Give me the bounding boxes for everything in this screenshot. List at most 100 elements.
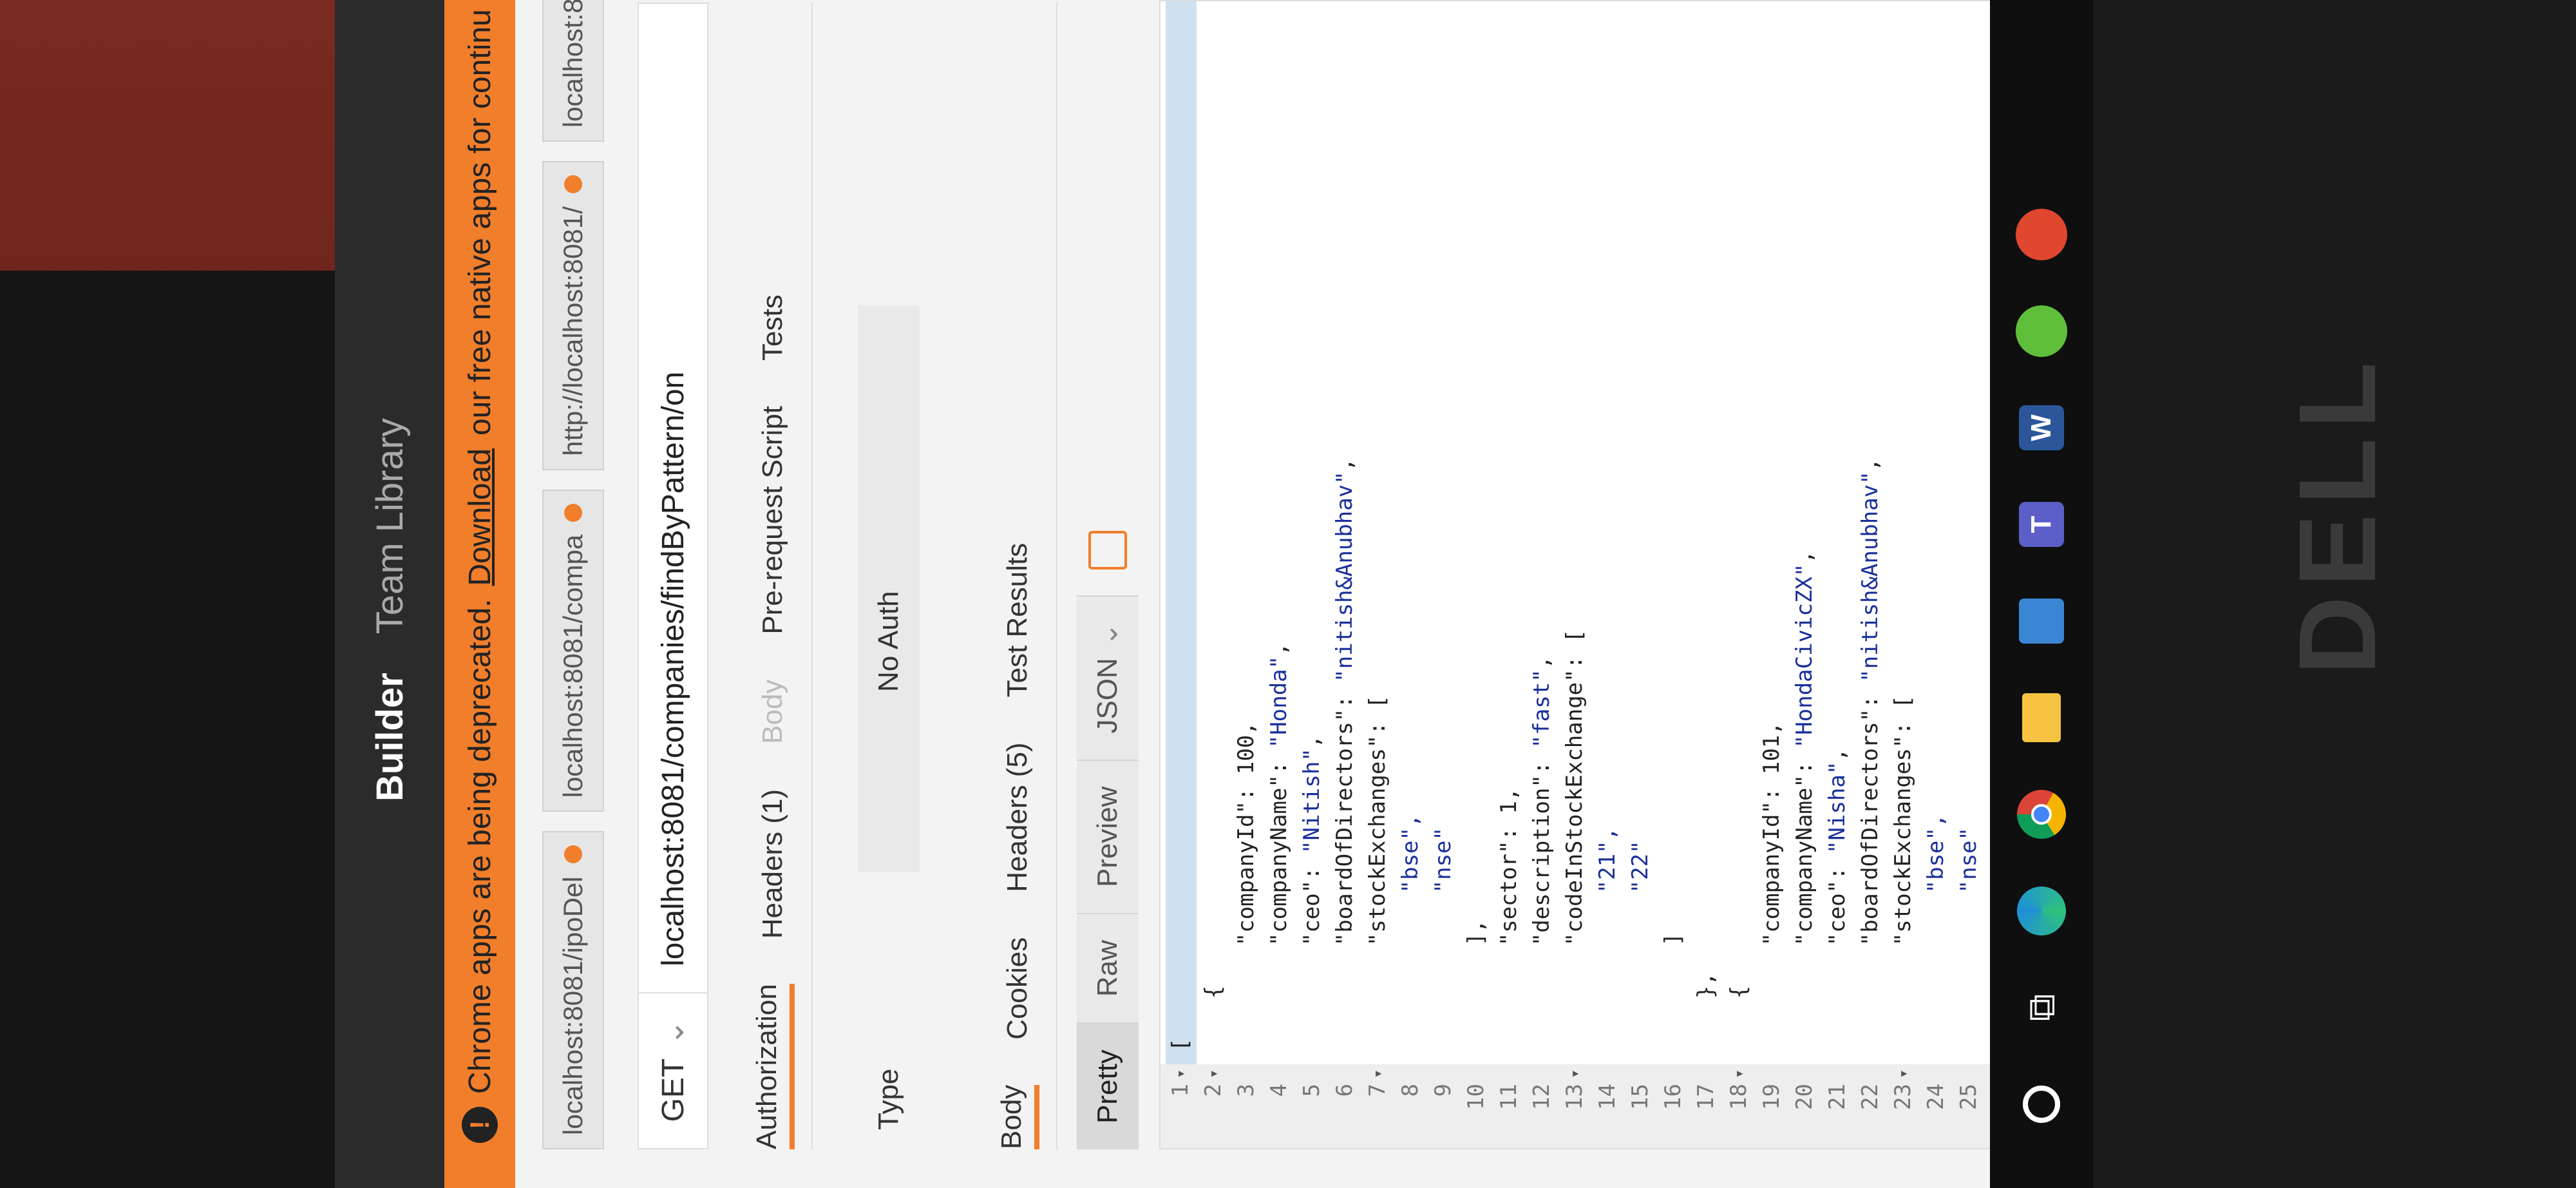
request-tab[interactable]: localhost:808 <box>542 0 604 142</box>
request-tab[interactable]: http://localhost:8081/ <box>542 161 604 470</box>
fold-arrow-icon[interactable]: ▾ <box>1368 1064 1387 1078</box>
start-icon[interactable] <box>2016 1078 2067 1130</box>
code-text: { <box>1200 985 1226 1051</box>
code-line: 15 "22" <box>1625 840 1655 1148</box>
chevron-down-icon: ⌄ <box>1092 622 1124 647</box>
teams-icon[interactable]: T <box>2016 499 2067 550</box>
line-number: 15 <box>1627 1084 1653 1110</box>
code-line: 3 "companyId": 100, <box>1231 722 1261 1148</box>
format-select[interactable]: JSON ⌄ <box>1077 595 1139 760</box>
taskbar: ⧉ T W <box>1990 0 2093 1188</box>
code-line: 18 ▾ { <box>1724 986 1754 1148</box>
code-text: "stockExchanges": [ <box>1890 695 1916 1051</box>
tab-pretty[interactable]: Pretty <box>1077 1022 1139 1149</box>
line-number: 14 <box>1595 1084 1620 1110</box>
code-line: 2 ▾ { <box>1198 986 1228 1148</box>
word-icon[interactable]: W <box>2016 402 2067 454</box>
tab-preview[interactable]: Preview <box>1077 759 1139 914</box>
code-text: "codeInStockExchange": [ <box>1562 629 1587 1051</box>
tab-headers[interactable]: Headers (1) <box>757 789 789 939</box>
code-text: "description": "fast", <box>1529 655 1555 1051</box>
code-line: 19 "companyId": 101, <box>1757 722 1786 1148</box>
line-number: 5 <box>1299 1084 1325 1097</box>
code-text: "boardOfDirectors": "nitish&Anubhav", <box>1857 457 1883 1051</box>
builder-tab[interactable]: Builder <box>368 673 412 801</box>
line-number: 20 <box>1792 1084 1817 1110</box>
line-number: 17 <box>1693 1084 1719 1110</box>
code-text: "nse" <box>1430 827 1456 1051</box>
fold-arrow-icon[interactable]: ▾ <box>1730 1064 1748 1078</box>
fold-arrow-icon[interactable]: ▾ <box>1171 1064 1189 1078</box>
method-select[interactable]: GET ⌄ <box>639 992 707 1148</box>
edge-icon[interactable] <box>2016 885 2067 937</box>
code-text: [ <box>1168 1038 1193 1051</box>
screen: Builder Team Library ! Chrome apps are b… <box>335 0 2093 1188</box>
request-tab[interactable]: localhost:8081/compa <box>542 489 604 812</box>
chrome-icon[interactable] <box>2016 789 2067 840</box>
app-header: Builder Team Library <box>335 0 444 1188</box>
code-text: { <box>1726 985 1752 1051</box>
tab-authorization[interactable]: Authorization <box>751 984 795 1149</box>
tab-test-results[interactable]: Test Results <box>1001 543 1034 698</box>
code-text: "stockExchanges": [ <box>1365 695 1390 1051</box>
tab-tests[interactable]: Tests <box>757 294 789 361</box>
dell-logo: DELL <box>2276 353 2399 675</box>
request-section-tabs: Authorization Headers (1) Body Pre-reque… <box>734 3 813 1149</box>
code-line: 24 "bse", <box>1921 814 1951 1148</box>
unsaved-dot-icon <box>564 503 582 522</box>
code-line: 16 ] <box>1658 933 1688 1148</box>
code-line: 11 "sector": 1, <box>1494 788 1524 1148</box>
request-tab[interactable]: localhost:8081/ipoDel <box>542 831 604 1149</box>
code-line: 4 "companyName": "Honda", <box>1264 642 1294 1148</box>
wrap-lines-icon[interactable] <box>1088 531 1127 570</box>
banner-text: Chrome apps are being deprecated. <box>462 599 497 1095</box>
fold-arrow-icon[interactable]: ▾ <box>1894 1064 1912 1078</box>
team-library-tab[interactable]: Team Library <box>368 418 412 634</box>
code-text: "bse", <box>1923 814 1949 1051</box>
code-line: 22 "boardOfDirectors": "nitish&Anubhav", <box>1855 458 1885 1148</box>
red-app-icon[interactable] <box>2016 209 2067 260</box>
code-text: "21", <box>1595 827 1620 1051</box>
code-text: "nse" <box>1956 827 1982 1051</box>
file-explorer-icon[interactable] <box>2016 692 2067 743</box>
unsaved-dot-icon <box>564 175 582 194</box>
code-text: "companyName": "HondaCivicZX", <box>1792 550 1817 1051</box>
line-number: 23 <box>1890 1084 1916 1110</box>
auth-type-label: Type <box>873 1068 904 1130</box>
code-line: 14 "21", <box>1593 827 1622 1148</box>
line-number: 1 <box>1168 1084 1193 1097</box>
active-line-highlight <box>1166 1 1197 1064</box>
code-text: ], <box>1463 919 1489 1051</box>
tab-response-body[interactable]: Body <box>996 1084 1039 1149</box>
code-line: 9 "nse" <box>1428 827 1458 1148</box>
tab-body[interactable]: Body <box>757 680 789 744</box>
line-number: 7 <box>1365 1084 1390 1097</box>
download-link[interactable]: Download <box>462 448 498 586</box>
code-line: 8 "bse", <box>1396 814 1425 1148</box>
deprecation-banner: ! Chrome apps are being deprecated. Down… <box>444 0 515 1188</box>
code-text: "ceo": "Nitish", <box>1299 734 1325 1051</box>
tab-pre-request-script[interactable]: Pre-request Script <box>757 406 789 635</box>
code-text: "22" <box>1627 840 1653 1051</box>
code-text: ] <box>1660 932 1686 1051</box>
code-line: 7 ▾ "stockExchanges": [ <box>1363 695 1392 1148</box>
code-text: "bse", <box>1397 814 1423 1051</box>
fold-arrow-icon[interactable]: ▾ <box>1566 1064 1584 1078</box>
auth-type-select[interactable]: No Auth <box>858 305 920 872</box>
line-number: 18 <box>1726 1084 1752 1110</box>
line-number: 16 <box>1660 1084 1686 1110</box>
task-view-icon[interactable]: ⧉ <box>2016 982 2067 1033</box>
code-line: 5 "ceo": "Nitish", <box>1297 735 1327 1148</box>
url-input[interactable]: localhost:8081/companies/findByPattern/o… <box>656 372 691 992</box>
tab-response-headers[interactable]: Headers (5) <box>1001 742 1034 892</box>
tab-raw[interactable]: Raw <box>1077 913 1139 1023</box>
line-number: 24 <box>1923 1084 1949 1110</box>
tab-cookies[interactable]: Cookies <box>1001 937 1034 1040</box>
green-app-icon[interactable] <box>2016 305 2067 357</box>
code-line: 17 }, <box>1691 972 1721 1148</box>
store-icon[interactable] <box>2016 595 2067 647</box>
fold-arrow-icon[interactable]: ▾ <box>1204 1064 1222 1078</box>
code-line: 23 ▾ "stockExchanges": [ <box>1888 695 1918 1148</box>
warning-icon: ! <box>462 1107 498 1143</box>
line-number: 8 <box>1397 1084 1423 1097</box>
